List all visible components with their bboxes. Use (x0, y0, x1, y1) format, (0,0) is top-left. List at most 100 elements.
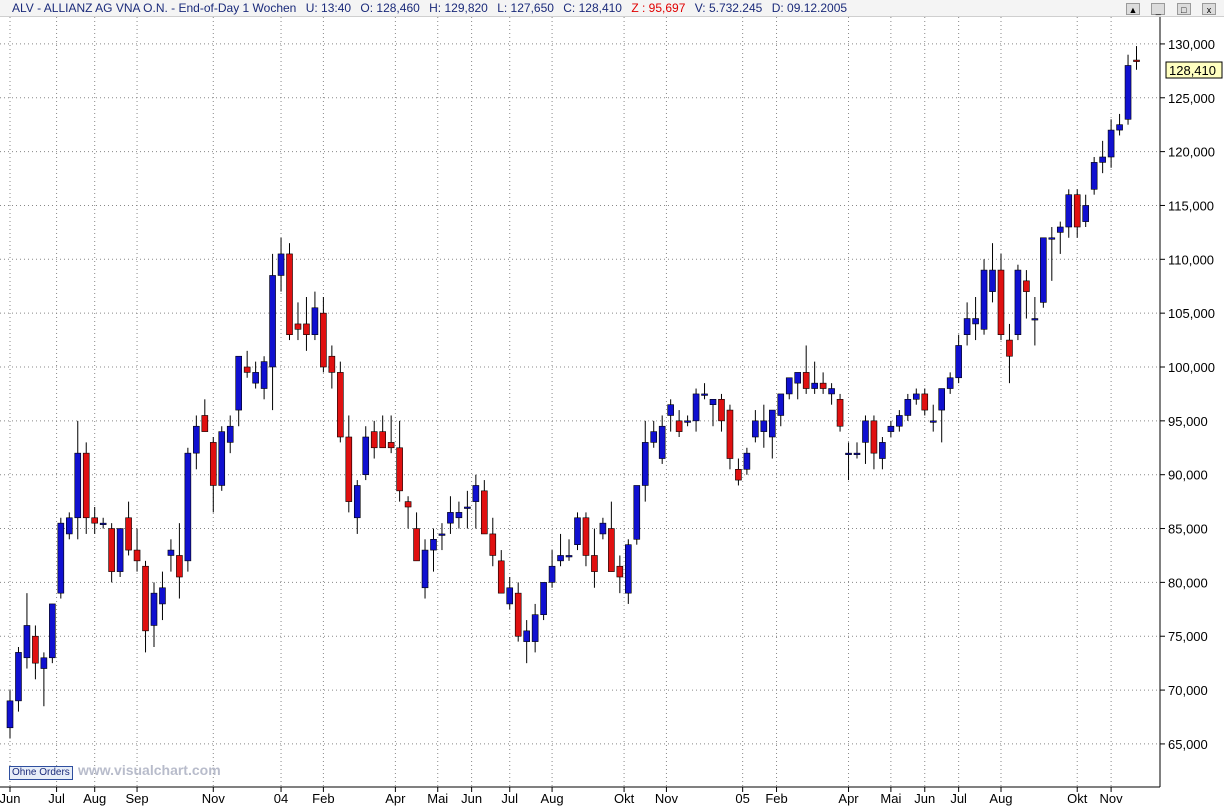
y-tick-label: 70,000 (1168, 683, 1208, 698)
candle-body (506, 587, 514, 605)
candle-body (1065, 194, 1073, 228)
date-value: D: 09.12.2005 (771, 1, 848, 15)
candle-body (328, 355, 336, 373)
candle (489, 517, 497, 567)
scroll-up-icon[interactable]: ▲ (1125, 3, 1140, 15)
minimize-icon[interactable]: _ (1151, 3, 1166, 15)
candle-body (497, 560, 505, 594)
candle-body (1090, 162, 1098, 190)
candle (870, 415, 878, 470)
candle-body (972, 318, 979, 325)
candle-body (1116, 124, 1123, 131)
candle (777, 393, 785, 427)
candle-body (1014, 269, 1022, 335)
candle-body (226, 425, 234, 443)
candle (438, 523, 446, 551)
candle (235, 355, 242, 427)
candle-body (641, 442, 649, 486)
candle-body (870, 420, 878, 454)
candle (1023, 270, 1030, 319)
candle-body (1124, 65, 1132, 120)
y-tick-label: 130,000 (1168, 37, 1215, 52)
candle (1082, 194, 1089, 227)
candle-body (311, 307, 319, 335)
candle-body (684, 420, 691, 423)
candle-body (735, 469, 742, 481)
candle (701, 383, 708, 400)
candle-body (845, 452, 852, 455)
candle (269, 253, 276, 411)
candle-body (40, 657, 48, 669)
price-tag: 128,410 (1165, 61, 1223, 79)
candle-body (362, 436, 370, 475)
candle-body (760, 420, 768, 432)
candle-body (726, 409, 734, 459)
candle (836, 393, 844, 432)
x-tick-label: Jul (501, 791, 518, 806)
candle (608, 501, 615, 572)
close-value: C: 128,410 (563, 1, 622, 15)
candle-body (286, 253, 293, 335)
candle-body (464, 506, 471, 509)
y-tick-label: 100,000 (1168, 360, 1215, 375)
candle (1048, 227, 1056, 281)
candle (616, 555, 624, 594)
candle-body (862, 420, 869, 443)
candle (1040, 237, 1047, 308)
candle (989, 243, 996, 303)
close-icon[interactable]: x (1202, 3, 1216, 15)
y-tick-label: 110,000 (1168, 252, 1214, 267)
y-tick-label: 115,000 (1168, 198, 1214, 213)
candle-body (777, 393, 785, 416)
candle-body (904, 399, 912, 416)
candle (108, 523, 115, 583)
candle (1090, 157, 1098, 195)
candle (413, 512, 420, 562)
candle-body (591, 555, 598, 572)
candle (684, 415, 691, 427)
candle-body (430, 539, 437, 551)
candle-body (514, 592, 522, 637)
x-tick-label: Okt (1067, 791, 1088, 806)
x-tick-label: Feb (765, 791, 787, 806)
y-tick-label: 125,000 (1168, 91, 1215, 106)
candle-body (1107, 129, 1115, 158)
price-chart[interactable]: 130,000 125,000 120,000 115,000 110,000 105,0… (0, 17, 1224, 806)
open-value: O: 128,460 (360, 1, 420, 15)
candle-body (1082, 205, 1089, 222)
candle (167, 539, 175, 572)
candle-body (743, 452, 751, 470)
candle-body (811, 382, 818, 389)
x-tick-label: Mai (880, 791, 901, 806)
candle-body (167, 549, 175, 556)
x-tick-label: Sep (125, 791, 148, 806)
candle (311, 291, 319, 341)
candle (362, 426, 370, 481)
candle (752, 410, 759, 443)
candle-body (91, 517, 98, 524)
maximize-icon[interactable]: □ (1176, 3, 1191, 15)
y-axis: 130,000 125,000 120,000 115,000 110,000 105,0… (1159, 17, 1215, 787)
candle-body (345, 436, 353, 502)
candle-body (32, 635, 39, 664)
candle-body (116, 528, 124, 572)
candle (65, 512, 73, 540)
candle-body (692, 393, 700, 422)
candle-body (159, 587, 166, 605)
candle (921, 388, 929, 416)
x-tick-label: Okt (614, 791, 635, 806)
candle-body (396, 447, 403, 492)
candle (506, 577, 514, 610)
candle-body (557, 555, 564, 562)
candle-body (176, 555, 183, 578)
orders-button[interactable]: Ohne Orders (9, 766, 73, 780)
candle (320, 297, 327, 373)
candle-body (938, 388, 946, 411)
candle-body (125, 517, 132, 551)
x-tick-label: Apr (385, 791, 406, 806)
candle (887, 420, 895, 437)
candle-body (853, 452, 861, 455)
candle (658, 415, 666, 464)
candle-body (1133, 59, 1140, 62)
candle (853, 442, 861, 459)
